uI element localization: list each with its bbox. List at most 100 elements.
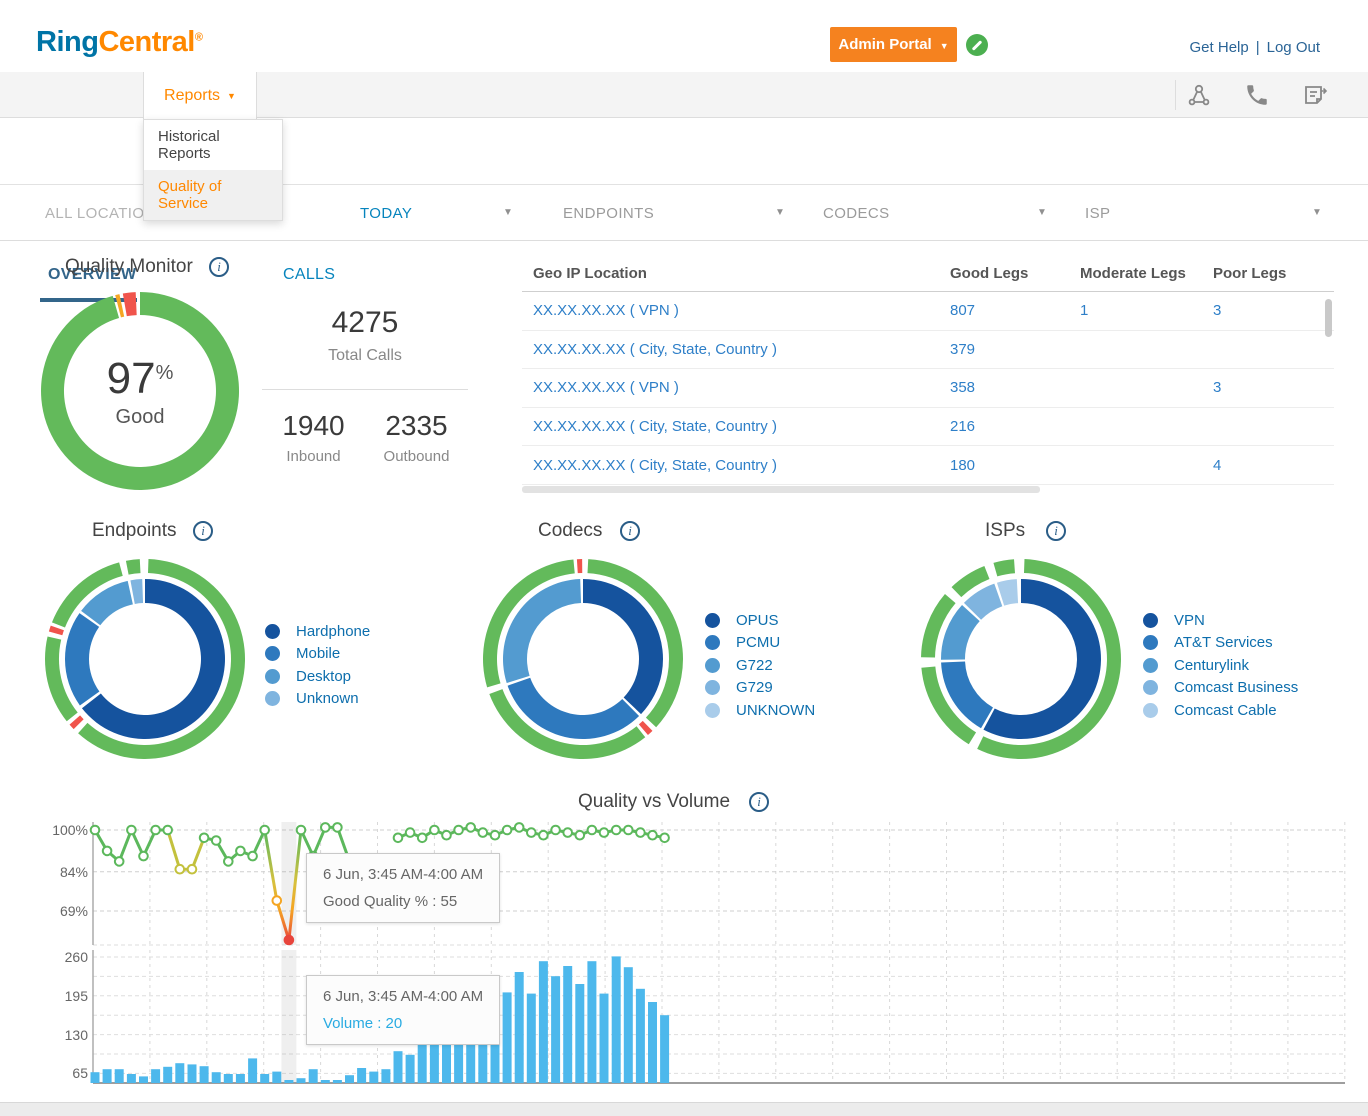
info-icon[interactable]: i bbox=[620, 521, 640, 541]
org-chart-icon[interactable] bbox=[1186, 82, 1212, 108]
reports-menu-button[interactable]: Reports▼ bbox=[143, 72, 257, 119]
legend-dot bbox=[705, 680, 720, 695]
legend-item: Comcast Cable bbox=[1143, 699, 1298, 722]
call-log-icon[interactable] bbox=[1302, 82, 1328, 108]
filter-isp[interactable]: ISP bbox=[1085, 205, 1110, 222]
info-icon[interactable]: i bbox=[193, 521, 213, 541]
legend-dot bbox=[705, 613, 720, 628]
col-geo-ip-location: Geo IP Location bbox=[522, 265, 950, 282]
app-header: RingCentral® Admin Portal▼ Get Help|Log … bbox=[0, 0, 1368, 72]
legend-item: G729 bbox=[705, 677, 815, 700]
legend-dot bbox=[265, 624, 280, 639]
logo-ring: Ring bbox=[36, 26, 98, 58]
info-icon[interactable]: i bbox=[1046, 521, 1066, 541]
legend-item: Centurylink bbox=[1143, 654, 1298, 677]
geo-ip-table: Geo IP Location Good Legs Moderate Legs … bbox=[522, 255, 1334, 485]
inbound-value: 1940 bbox=[262, 410, 365, 442]
chevron-down-icon[interactable]: ▼ bbox=[1037, 207, 1047, 218]
good-legs-value[interactable]: 180 bbox=[950, 457, 975, 474]
legend-item: PCMU bbox=[705, 632, 815, 655]
outbound-value: 2335 bbox=[365, 410, 468, 442]
legend-item: Unknown bbox=[265, 688, 370, 711]
legend-label: PCMU bbox=[736, 634, 780, 651]
page-bottom-scrollbar[interactable] bbox=[0, 1102, 1368, 1116]
tab-calls[interactable]: CALLS bbox=[283, 266, 335, 284]
poor-legs-value[interactable]: 3 bbox=[1213, 302, 1221, 319]
quality-vs-volume-title: Quality vs Volume bbox=[578, 791, 730, 813]
moderate-legs-value[interactable]: 1 bbox=[1080, 302, 1088, 319]
legend-dot bbox=[1143, 703, 1158, 718]
chevron-down-icon: ▼ bbox=[940, 41, 949, 51]
good-percent-value: 97% bbox=[107, 354, 174, 404]
svg-text:65: 65 bbox=[72, 1065, 88, 1081]
filter-date-today[interactable]: TODAY bbox=[360, 205, 412, 222]
table-row: XX.XX.XX.XX ( City, State, Country ) 180 4 bbox=[522, 446, 1334, 485]
phone-icon[interactable] bbox=[1244, 82, 1270, 108]
legend-label: UNKNOWN bbox=[736, 702, 815, 719]
table-horizontal-scrollbar[interactable] bbox=[522, 486, 1040, 493]
log-out-link[interactable]: Log Out bbox=[1267, 39, 1320, 56]
chevron-down-icon[interactable]: ▼ bbox=[1312, 207, 1322, 218]
legend-dot bbox=[1143, 680, 1158, 695]
inbound-label: Inbound bbox=[262, 448, 365, 465]
legend-dot bbox=[705, 658, 720, 673]
geo-ip-link[interactable]: XX.XX.XX.XX ( City, State, Country ) bbox=[533, 457, 777, 474]
legend-label: Unknown bbox=[296, 690, 359, 707]
legend-dot bbox=[265, 669, 280, 684]
quality-monitor-center: 97% Good bbox=[38, 289, 242, 493]
reports-dropdown-menu: Historical Reports Quality of Service bbox=[143, 119, 283, 221]
good-legs-value[interactable]: 379 bbox=[950, 341, 975, 358]
legend-label: Comcast Business bbox=[1174, 679, 1298, 696]
legend-label: OPUS bbox=[736, 612, 779, 629]
poor-legs-value[interactable]: 3 bbox=[1213, 379, 1221, 396]
legend-item: Comcast Business bbox=[1143, 677, 1298, 700]
good-legs-value[interactable]: 358 bbox=[950, 379, 975, 396]
geo-ip-link[interactable]: XX.XX.XX.XX ( City, State, Country ) bbox=[533, 418, 777, 435]
legend-item: G722 bbox=[705, 654, 815, 677]
edit-badge-icon[interactable] bbox=[966, 34, 988, 56]
legend-dot bbox=[705, 703, 720, 718]
svg-text:84%: 84% bbox=[60, 864, 88, 880]
geo-ip-link[interactable]: XX.XX.XX.XX ( VPN ) bbox=[533, 302, 679, 319]
table-row: XX.XX.XX.XX ( VPN ) 807 1 3 bbox=[522, 292, 1334, 331]
info-icon[interactable]: i bbox=[749, 792, 769, 812]
svg-text:130: 130 bbox=[65, 1027, 89, 1043]
tooltip-quality-value: Good Quality % : 55 bbox=[323, 893, 483, 910]
info-icon[interactable]: i bbox=[209, 257, 229, 277]
chevron-down-icon[interactable]: ▼ bbox=[503, 207, 513, 218]
legend-label: VPN bbox=[1174, 612, 1205, 629]
navbar-icons bbox=[1186, 72, 1328, 118]
legend-item: UNKNOWN bbox=[705, 699, 815, 722]
isps-donut bbox=[919, 557, 1123, 766]
col-poor-legs: Poor Legs bbox=[1213, 265, 1334, 282]
menu-item-historical-reports[interactable]: Historical Reports bbox=[144, 120, 282, 170]
quality-vs-volume-charts: 100%84%69%26019513065 bbox=[0, 818, 1368, 1099]
good-legs-value[interactable]: 216 bbox=[950, 418, 975, 435]
admin-portal-button[interactable]: Admin Portal▼ bbox=[830, 27, 957, 62]
total-calls-value: 4275 bbox=[262, 306, 468, 340]
good-legs-value[interactable]: 807 bbox=[950, 302, 975, 319]
codecs-legend: OPUS PCMU G722G729 UNKNOWN bbox=[705, 609, 815, 722]
geo-ip-link[interactable]: XX.XX.XX.XX ( City, State, Country ) bbox=[533, 341, 777, 358]
poor-legs-value[interactable]: 4 bbox=[1213, 457, 1221, 474]
codecs-title: Codecs bbox=[538, 520, 602, 542]
legend-dot bbox=[705, 635, 720, 650]
legend-label: Mobile bbox=[296, 645, 340, 662]
legend-dot bbox=[1143, 613, 1158, 628]
svg-text:195: 195 bbox=[65, 988, 89, 1004]
filter-codecs[interactable]: CODECS bbox=[823, 205, 890, 222]
table-vertical-scrollbar[interactable] bbox=[1325, 299, 1332, 337]
chevron-down-icon[interactable]: ▼ bbox=[775, 207, 785, 218]
legend-dot bbox=[265, 646, 280, 661]
legend-dot bbox=[1143, 635, 1158, 650]
geo-ip-link[interactable]: XX.XX.XX.XX ( VPN ) bbox=[533, 379, 679, 396]
get-help-link[interactable]: Get Help bbox=[1190, 39, 1249, 56]
menu-item-quality-of-service[interactable]: Quality of Service bbox=[144, 170, 282, 220]
legend-item: Hardphone bbox=[265, 620, 370, 643]
table-row: XX.XX.XX.XX ( City, State, Country ) 216 bbox=[522, 408, 1334, 447]
col-good-legs: Good Legs bbox=[950, 265, 1080, 282]
legend-item: Mobile bbox=[265, 643, 370, 666]
good-label: Good bbox=[116, 406, 165, 429]
filter-endpoints[interactable]: ENDPOINTS bbox=[563, 205, 654, 222]
qos-dashboard: RingCentral® Admin Portal▼ Get Help|Log … bbox=[0, 0, 1368, 1116]
